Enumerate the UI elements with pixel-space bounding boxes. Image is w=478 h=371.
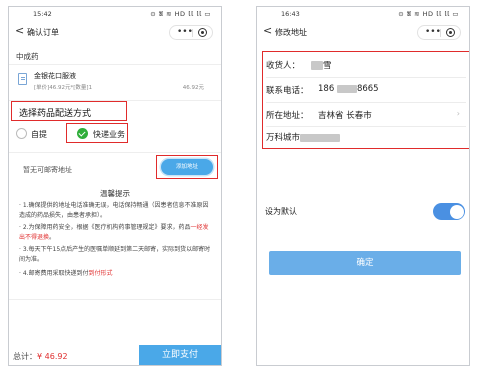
recipient-value[interactable]: 雪 bbox=[311, 59, 332, 71]
recipient-label: 收货人： bbox=[266, 61, 301, 71]
total-amount: 总计：¥ 46.92 bbox=[13, 351, 68, 362]
tips-title: 温馨提示 bbox=[100, 189, 130, 198]
close-target-icon[interactable] bbox=[198, 28, 207, 37]
tip-item: · 1.确保提供的地址电话准确无误，电话保持畅通（因患者信息不准原因造成的药品损… bbox=[19, 201, 213, 221]
tip-item: · 4.邮寄费用采取快递到付到付形式 bbox=[19, 269, 213, 279]
nav-bar: < 确认订单 ••• bbox=[9, 22, 221, 44]
phone-suffix: 8665 bbox=[356, 84, 379, 94]
option-self-pickup-label[interactable]: 自提 bbox=[31, 129, 47, 140]
divider bbox=[9, 152, 221, 153]
chevron-right-icon: › bbox=[456, 109, 460, 118]
detail-address-value[interactable]: 万科城市 bbox=[266, 131, 341, 143]
status-bar: 16:43 ⊙ 𝖀 ≋ HD 𝕝𝕝 𝕝𝕝 ▭ bbox=[257, 7, 469, 21]
more-menu-icon[interactable]: ••• bbox=[177, 26, 193, 38]
tip-warning: 到付形式 bbox=[88, 270, 113, 277]
redacted-block bbox=[311, 61, 323, 70]
nav-bar: < 修改地址 ••• bbox=[257, 22, 469, 44]
phone-label: 联系电话： bbox=[266, 86, 309, 96]
phone-value[interactable]: 186 8665 bbox=[318, 84, 379, 94]
divider bbox=[266, 102, 466, 103]
status-time: 15:42 bbox=[33, 10, 52, 18]
redacted-block bbox=[300, 133, 341, 142]
detail-prefix: 万科城市 bbox=[266, 133, 301, 143]
tip-item: · 3.每天下午15点后产生的医嘱单顺延到第二天邮寄，实际到货以邮寄时间为准。 bbox=[19, 245, 213, 265]
tip-text: · 2.为保障用药安全，根据《医疗机构药事管理规定》要求，药品 bbox=[19, 224, 191, 231]
status-bar: 15:42 ⊙ 𝖀 ≋ HD 𝕝𝕝 𝕝𝕝 ▭ bbox=[9, 7, 221, 21]
back-arrow-icon[interactable]: < bbox=[263, 24, 272, 37]
total-value: ¥ 46.92 bbox=[37, 352, 68, 361]
no-address-text: 暂无可邮寄地址 bbox=[23, 166, 72, 174]
mini-program-capsule: ••• bbox=[417, 25, 461, 40]
drug-price: 46.92元 bbox=[182, 85, 204, 91]
confirm-button[interactable]: 确定 bbox=[269, 251, 461, 275]
recipient-field[interactable]: 收货人： 雪 bbox=[266, 55, 466, 77]
drug-spec: [单价]46.92元*[数量]1 bbox=[34, 85, 93, 91]
divider bbox=[9, 64, 221, 65]
add-address-button[interactable]: 添加地址 bbox=[161, 159, 213, 175]
region-value[interactable]: 吉林省 长春市 bbox=[318, 109, 372, 121]
tip-text: · 1.确保提供的地址电话准确无误，电话保持畅通（因患者信息不准原因造成的药品损… bbox=[19, 202, 209, 219]
capsule-divider bbox=[440, 29, 441, 37]
recipient-name-visible: 雪 bbox=[323, 61, 332, 71]
edit-address-screen: 16:43 ⊙ 𝖀 ≋ HD 𝕝𝕝 𝕝𝕝 ▭ < 修改地址 ••• 收货人： 雪… bbox=[256, 6, 470, 366]
region-field[interactable]: 所在地址： 吉林省 长春市 › bbox=[266, 105, 466, 127]
prescription-icon bbox=[18, 73, 27, 85]
pay-now-button[interactable]: 立即支付 bbox=[139, 345, 221, 365]
tip-text: · 3.每天下午15点后产生的医嘱单顺延到第二天邮寄，实际到货以邮寄时间为准。 bbox=[19, 246, 211, 263]
more-menu-icon[interactable]: ••• bbox=[425, 26, 441, 38]
default-toggle-switch[interactable] bbox=[433, 203, 465, 220]
delivery-method-title: 选择药品配送方式 bbox=[19, 109, 92, 119]
radio-express-checked-icon[interactable] bbox=[77, 128, 88, 139]
page-title: 修改地址 bbox=[275, 28, 307, 37]
option-express-label[interactable]: 快递业务 bbox=[93, 129, 125, 140]
drug-item: 金银花口服液 [单价]46.92元*[数量]1 46.92元 bbox=[16, 69, 212, 99]
drug-name: 金银花口服液 bbox=[34, 72, 76, 80]
tip-tail: 。 bbox=[49, 234, 56, 241]
screenshot-canvas: 15:42 ⊙ 𝖀 ≋ HD 𝕝𝕝 𝕝𝕝 ▭ < 确认订单 ••• 中成药 金银… bbox=[0, 0, 478, 371]
tip-item: · 2.为保障用药安全，根据《医疗机构药事管理规定》要求，药品一经发出不得退换。 bbox=[19, 223, 213, 243]
total-label: 总计： bbox=[13, 352, 37, 361]
capsule-divider bbox=[192, 29, 193, 37]
divider bbox=[9, 299, 221, 300]
set-default-row: 设为默认 bbox=[265, 203, 465, 221]
phone-field[interactable]: 联系电话： 186 8665 bbox=[266, 80, 466, 102]
status-icons: ⊙ 𝖀 ≋ HD 𝕝𝕝 𝕝𝕝 ▭ bbox=[150, 10, 211, 18]
phone-prefix: 186 bbox=[318, 84, 335, 94]
divider bbox=[266, 77, 466, 78]
tip-text: · 4.邮寄费用采取快递到付 bbox=[19, 270, 89, 277]
region-label: 所在地址： bbox=[266, 111, 309, 121]
confirm-order-screen: 15:42 ⊙ 𝖀 ≋ HD 𝕝𝕝 𝕝𝕝 ▭ < 确认订单 ••• 中成药 金银… bbox=[8, 6, 222, 366]
delivery-options: 自提 快递业务 bbox=[16, 127, 206, 141]
radio-self-pickup[interactable] bbox=[16, 128, 27, 139]
back-arrow-icon[interactable]: < bbox=[15, 24, 24, 37]
mini-program-capsule: ••• bbox=[169, 25, 213, 40]
detail-address-field[interactable]: 万科城市 bbox=[266, 127, 466, 149]
status-time: 16:43 bbox=[281, 10, 300, 18]
status-icons: ⊙ 𝖀 ≋ HD 𝕝𝕝 𝕝𝕝 ▭ bbox=[398, 10, 459, 18]
set-default-label: 设为默认 bbox=[265, 207, 297, 216]
redacted-block bbox=[336, 84, 357, 93]
section-label: 中成药 bbox=[16, 52, 39, 61]
close-target-icon[interactable] bbox=[446, 28, 455, 37]
page-title: 确认订单 bbox=[27, 28, 59, 37]
